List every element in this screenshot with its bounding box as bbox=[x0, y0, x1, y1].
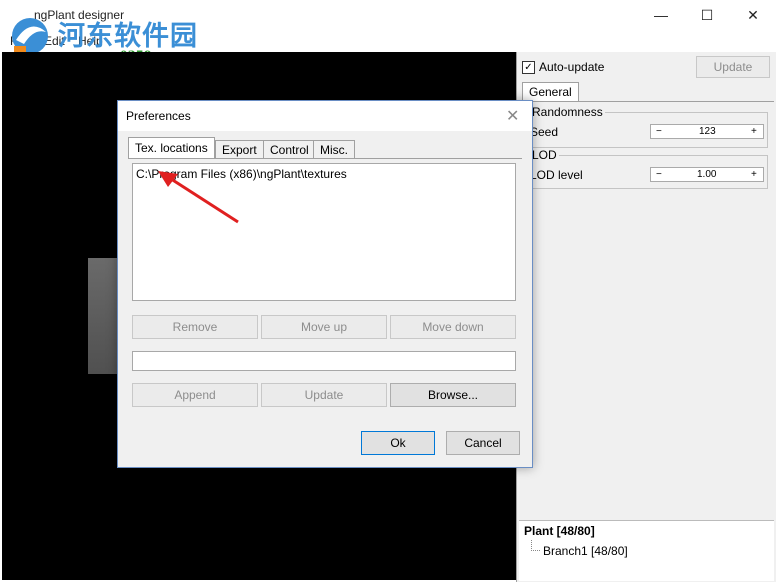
move-up-button[interactable]: Move up bbox=[261, 315, 387, 339]
lod-group-title: LOD bbox=[530, 148, 559, 162]
dialog-title: Preferences bbox=[126, 109, 191, 123]
update-path-button[interactable]: Update bbox=[261, 383, 387, 407]
lod-level-label: LOD level bbox=[530, 168, 583, 182]
tab-divider bbox=[520, 101, 774, 102]
browse-button[interactable]: Browse... bbox=[390, 383, 516, 407]
tab-tex-locations[interactable]: Tex. locations bbox=[128, 137, 215, 159]
tab-export[interactable]: Export bbox=[215, 140, 264, 159]
seed-spinner[interactable]: − 123 + bbox=[650, 124, 764, 139]
minimize-icon[interactable]: — bbox=[638, 0, 684, 32]
tab-divider bbox=[128, 158, 522, 159]
auto-update-checkbox[interactable]: ✓ bbox=[522, 61, 535, 74]
ok-button[interactable]: Ok bbox=[361, 431, 435, 455]
seed-label: Seed bbox=[530, 125, 559, 139]
tree-item-branch1[interactable]: Branch1 [48/80] bbox=[543, 544, 628, 558]
annotation-arrow-icon bbox=[158, 171, 239, 224]
watermark-logo-icon bbox=[12, 18, 48, 56]
dialog-close-icon[interactable]: ✕ bbox=[506, 106, 519, 126]
randomness-group-title: Randomness bbox=[530, 105, 605, 119]
update-button[interactable]: Update bbox=[696, 56, 770, 78]
maximize-icon[interactable]: ☐ bbox=[684, 0, 730, 32]
tree-connector bbox=[531, 540, 540, 551]
tab-control[interactable]: Control bbox=[263, 140, 316, 159]
cancel-button[interactable]: Cancel bbox=[446, 431, 520, 455]
path-input[interactable] bbox=[132, 351, 516, 371]
lod-increment-button[interactable]: + bbox=[751, 169, 757, 180]
tab-general[interactable]: General bbox=[522, 82, 579, 102]
plant-render bbox=[88, 258, 118, 374]
remove-button[interactable]: Remove bbox=[132, 315, 258, 339]
tab-misc[interactable]: Misc. bbox=[313, 140, 355, 159]
seed-increment-button[interactable]: + bbox=[751, 126, 757, 137]
lod-level-spinner[interactable]: − 1.00 + bbox=[650, 167, 764, 182]
lod-level-value: 1.00 bbox=[697, 169, 717, 180]
move-down-button[interactable]: Move down bbox=[390, 315, 516, 339]
close-icon[interactable]: ✕ bbox=[730, 0, 776, 32]
preferences-dialog: Preferences ✕ Tex. locations Export Cont… bbox=[117, 100, 533, 468]
auto-update-label: Auto-update bbox=[539, 60, 605, 74]
lod-decrement-button[interactable]: − bbox=[656, 169, 662, 180]
seed-value: 123 bbox=[699, 126, 716, 137]
append-button[interactable]: Append bbox=[132, 383, 258, 407]
seed-decrement-button[interactable]: − bbox=[656, 126, 662, 137]
tree-item-plant[interactable]: Plant [48/80] bbox=[524, 524, 595, 538]
